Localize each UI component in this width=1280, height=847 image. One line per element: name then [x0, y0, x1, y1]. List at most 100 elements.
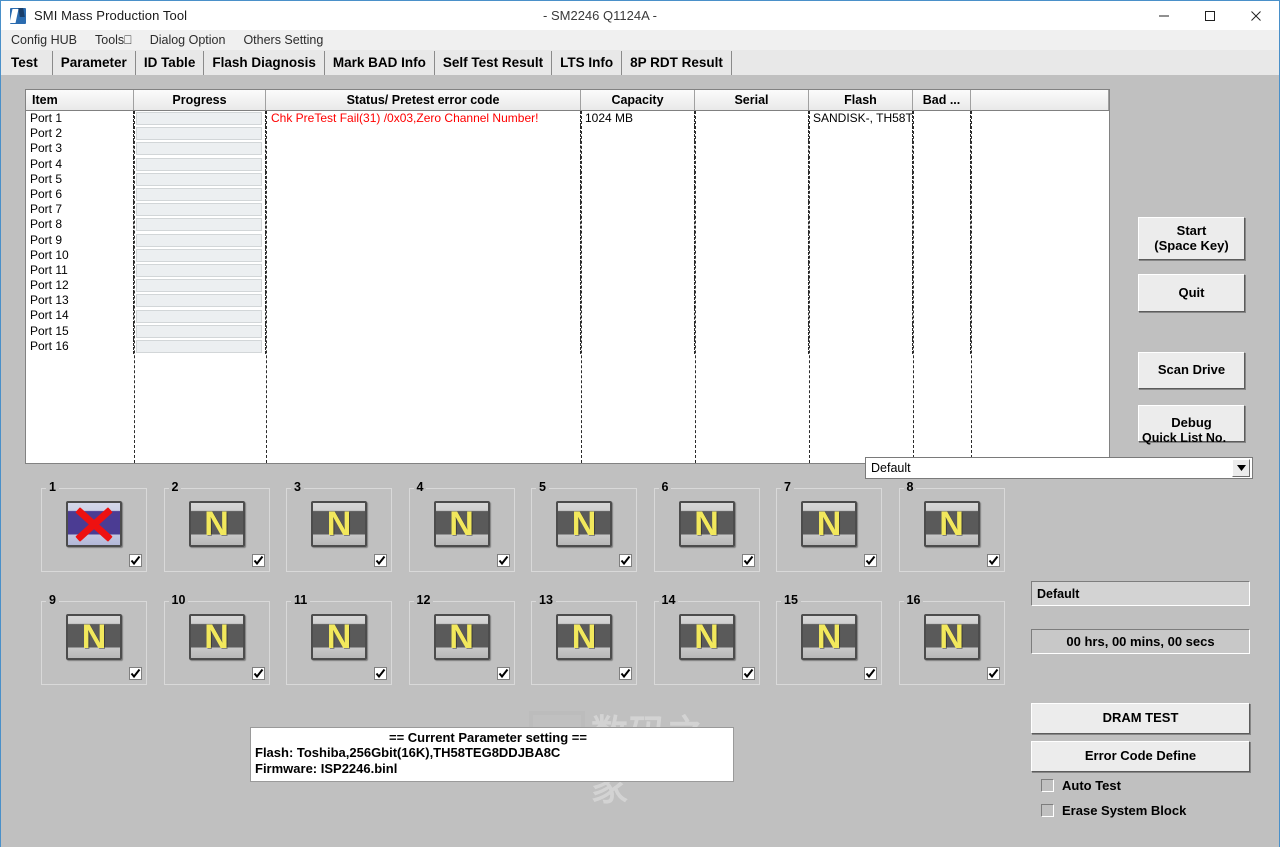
tab-lts-info[interactable]: LTS Info [552, 51, 623, 75]
start-button[interactable]: Start (Space Key) [1138, 217, 1245, 260]
port-tile-9[interactable]: 9N [41, 593, 147, 685]
port-tile-number: 5 [536, 480, 549, 494]
port-enable-checkbox[interactable] [251, 667, 265, 680]
dram-test-button[interactable]: DRAM TEST [1031, 703, 1250, 734]
port-enable-checkbox[interactable] [864, 554, 877, 567]
table-row[interactable]: Port 8 [26, 217, 1109, 233]
column-header-status[interactable]: Status/ Pretest error code [266, 90, 581, 110]
tab-self-test-result[interactable]: Self Test Result [434, 51, 553, 75]
minimize-icon[interactable] [1141, 1, 1187, 30]
port-tile-14[interactable]: 14 N [653, 593, 760, 685]
port-tile-6[interactable]: 6N [653, 480, 760, 572]
cell-status [266, 262, 581, 279]
port-tile-4[interactable]: 4N [408, 480, 515, 572]
port-enable-checkbox[interactable] [129, 554, 142, 567]
port-enable-checkbox[interactable] [496, 554, 510, 567]
port-enable-checkbox[interactable] [619, 554, 632, 567]
tab-flash-diagnosis[interactable]: Flash Diagnosis [204, 51, 325, 75]
chevron-down-icon[interactable] [1232, 459, 1250, 477]
table-row[interactable]: Port 12 [26, 278, 1109, 294]
quick-list-label: Quick List No. [1142, 431, 1227, 445]
port-tile-3[interactable]: 3N [286, 480, 392, 572]
port-enable-checkbox[interactable] [741, 667, 755, 680]
port-enable-checkbox[interactable] [619, 667, 632, 680]
port-enable-checkbox[interactable] [864, 667, 877, 680]
port-tile-1[interactable]: 1 [41, 480, 147, 572]
column-header-progress[interactable]: Progress [134, 90, 266, 110]
port-tile-2[interactable]: 2N [163, 480, 270, 572]
column-header-flash[interactable]: Flash [809, 90, 913, 110]
cell-flash [809, 278, 913, 294]
table-row[interactable]: Port 9 [26, 232, 1109, 248]
test-results-grid[interactable]: Item Progress Status/ Pretest error code… [25, 89, 1110, 464]
menu-item-tools[interactable]: Tools⎕ [86, 30, 141, 50]
port-tile-10[interactable]: 10 N [163, 593, 270, 685]
table-row[interactable]: Port 16 [26, 338, 1109, 354]
table-row[interactable]: Port 13 [26, 293, 1109, 309]
menu-item-config-hub[interactable]: Config HUB [1, 30, 86, 50]
port-tile-5[interactable]: 5N [531, 480, 637, 572]
tab-test[interactable]: Test [1, 51, 53, 75]
cell-flash [809, 262, 913, 279]
quick-list-dropdown[interactable]: Default [865, 457, 1253, 479]
column-header-bad[interactable]: Bad ... [913, 90, 971, 110]
cell-spacer [971, 187, 1091, 202]
table-row[interactable]: Port 1 Chk PreTest Fail(31) /0x03,Zero Ch… [26, 111, 1109, 127]
port-enable-checkbox[interactable] [741, 554, 755, 567]
erase-system-block-checkbox[interactable] [1041, 804, 1054, 817]
port-tile-16[interactable]: 16 N [898, 593, 1005, 685]
table-row[interactable]: Port 14 [26, 308, 1109, 324]
cell-capacity: 1024 MB [581, 111, 695, 127]
quit-button[interactable]: Quit [1138, 274, 1245, 312]
tab-mark-bad-info[interactable]: Mark BAD Info [324, 51, 435, 75]
table-row[interactable]: Port 5 [26, 171, 1109, 187]
port-tile-12[interactable]: 12 N [408, 593, 515, 685]
tab-parameter[interactable]: Parameter [52, 51, 136, 75]
port-tile-13[interactable]: 13 N [531, 593, 637, 685]
cell-spacer [971, 278, 1091, 293]
port-enable-checkbox[interactable] [496, 667, 510, 680]
drive-normal-icon: N [801, 501, 857, 547]
port-tile-7[interactable]: 7N [776, 480, 882, 572]
table-row[interactable]: Port 15 [26, 323, 1109, 339]
port-tile-8[interactable]: 8N [898, 480, 1005, 572]
table-row[interactable]: Port 11 [26, 262, 1109, 279]
port-enable-checkbox[interactable] [986, 554, 1000, 567]
table-row[interactable]: Port 3 [26, 141, 1109, 157]
table-row[interactable]: Port 7 [26, 202, 1109, 218]
tab-id-table[interactable]: ID Table [135, 51, 205, 75]
scan-drive-button[interactable]: Scan Drive [1138, 352, 1245, 389]
close-icon[interactable] [1233, 1, 1279, 30]
table-row[interactable]: Port 4 [26, 156, 1109, 172]
cell-spacer [971, 157, 1091, 172]
port-state-glyph: N [694, 618, 719, 656]
port-enable-checkbox[interactable] [129, 667, 142, 680]
error-code-define-button[interactable]: Error Code Define [1031, 741, 1250, 772]
cell-serial [695, 338, 809, 354]
maximize-icon[interactable] [1187, 1, 1233, 30]
cell-status: Chk PreTest Fail(31) /0x03,Zero Channel … [266, 111, 581, 127]
port-state-glyph: N [204, 505, 229, 543]
port-tile-15[interactable]: 15 N [776, 593, 882, 685]
column-header-capacity[interactable]: Capacity [581, 90, 695, 110]
drive-normal-icon: N [556, 614, 612, 660]
port-tile-11[interactable]: 11 N [286, 593, 392, 685]
menu-item-dialog-option[interactable]: Dialog Option [141, 30, 235, 50]
port-enable-checkbox[interactable] [251, 554, 265, 567]
port-enable-checkbox[interactable] [986, 667, 1000, 680]
cell-serial [695, 293, 809, 309]
tab-8p-rdt-result[interactable]: 8P RDT Result [622, 51, 732, 75]
table-row[interactable]: Port 10 [26, 247, 1109, 263]
menu-item-others-setting[interactable]: Others Setting [234, 30, 332, 50]
port-enable-checkbox[interactable] [374, 667, 387, 680]
column-header-item[interactable]: Item [26, 90, 134, 110]
auto-test-checkbox[interactable] [1041, 779, 1054, 792]
port-enable-checkbox[interactable] [374, 554, 387, 567]
erase-system-block-checkbox-row[interactable]: Erase System Block [1041, 803, 1186, 818]
auto-test-checkbox-row[interactable]: Auto Test [1041, 778, 1121, 793]
table-row[interactable]: Port 6 [26, 186, 1109, 203]
column-header-serial[interactable]: Serial [695, 90, 809, 110]
table-row[interactable]: Port 2 [26, 126, 1109, 142]
cell-capacity [581, 156, 695, 172]
port-tile-number: 13 [536, 593, 556, 607]
